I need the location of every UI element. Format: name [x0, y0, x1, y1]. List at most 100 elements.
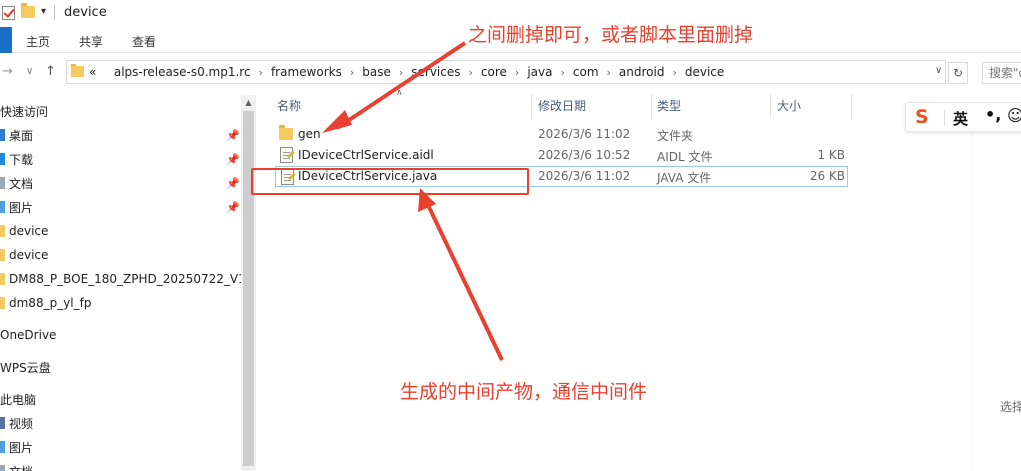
column-header-name[interactable]: 名称	[277, 97, 301, 114]
quick-access-dropdown-icon[interactable]: ▾	[41, 6, 46, 17]
tab-share[interactable]: 共享	[79, 33, 103, 50]
folder-icon	[0, 297, 5, 309]
column-divider[interactable]	[531, 94, 532, 118]
folder-icon	[279, 125, 293, 140]
scroll-up-icon[interactable]: ▲	[241, 95, 256, 110]
file-row-aidl[interactable]: IDeviceCtrlService.aidl 2026/3/6 10:52 A…	[275, 145, 848, 166]
nav-item-label: 快速访问	[0, 104, 49, 119]
nav-item-this-pc[interactable]: 此电脑	[0, 388, 36, 410]
nav-item-device-1[interactable]: device	[0, 220, 48, 242]
nav-item-dm88-yl-fp[interactable]: dm88_p_yl_fp	[0, 292, 91, 314]
column-header-type[interactable]: 类型	[657, 97, 681, 114]
chevron-right-icon[interactable]: ›	[515, 66, 519, 79]
column-header-size[interactable]: 大小	[777, 97, 801, 114]
folder-icon	[0, 273, 5, 285]
breadcrumb-item[interactable]: com	[573, 65, 599, 79]
video-icon	[0, 417, 5, 429]
tab-home[interactable]: 主页	[26, 33, 50, 50]
file-type: AIDL 文件	[657, 150, 713, 164]
sogou-logo-icon[interactable]: S	[915, 106, 929, 128]
breadcrumb-item[interactable]: java	[527, 65, 552, 79]
sort-ascending-icon: ∧	[396, 88, 403, 98]
breadcrumb: « alps-release-s0.mp1.rc › frameworks › …	[89, 65, 724, 79]
column-header-modified[interactable]: 修改日期	[538, 97, 586, 114]
breadcrumb-item[interactable]: alps-release-s0.mp1.rc	[114, 65, 251, 79]
picture-icon	[0, 201, 5, 213]
column-divider[interactable]	[851, 94, 852, 118]
ime-toolbar[interactable]: S 英 •, ☺	[905, 102, 1021, 132]
pane-divider	[972, 102, 973, 471]
new-folder-icon[interactable]	[21, 3, 35, 18]
ime-divider	[944, 110, 945, 126]
refresh-button[interactable]: ↻	[948, 62, 968, 84]
nav-item-label: 此电脑	[0, 392, 37, 407]
chevron-right-icon[interactable]: ›	[560, 66, 564, 79]
file-modified: 2026/3/6 11:02	[538, 169, 631, 183]
breadcrumb-item[interactable]: frameworks	[271, 65, 342, 79]
nav-item-device-2[interactable]: device	[0, 244, 48, 266]
breadcrumb-item[interactable]: core	[481, 65, 507, 79]
chevron-right-icon[interactable]: ›	[259, 66, 263, 79]
nav-item-pictures-pc[interactable]: 图片	[0, 436, 33, 458]
file-name: IDeviceCtrlService.aidl	[298, 148, 434, 162]
forward-icon[interactable]: →	[2, 64, 13, 79]
breadcrumb-item[interactable]: android	[619, 65, 665, 79]
ime-punctuation-toggle[interactable]: •,	[985, 105, 1001, 124]
chevron-right-icon[interactable]: ›	[469, 66, 473, 79]
chevron-right-icon[interactable]: ›	[399, 66, 403, 79]
nav-item-label: 文档	[9, 463, 33, 471]
search-input[interactable]: 搜索"d	[982, 62, 1021, 84]
pin-icon[interactable]: 📌	[226, 129, 240, 142]
nav-item-quick-access[interactable]: 快速访问	[0, 100, 48, 122]
breadcrumb-overflow[interactable]: «	[89, 65, 96, 79]
pin-icon[interactable]: 📌	[226, 153, 240, 166]
window-title: device	[64, 5, 107, 20]
file-row-gen[interactable]: gen 2026/3/6 11:02 文件夹	[275, 124, 848, 145]
pin-icon[interactable]: 📌	[226, 201, 240, 214]
column-divider[interactable]	[770, 94, 771, 118]
folder-icon	[0, 225, 5, 237]
nav-item-downloads[interactable]: 下载	[0, 148, 33, 170]
nav-scrollbar[interactable]: ▲	[241, 95, 256, 471]
ime-language-toggle[interactable]: 英	[953, 108, 968, 129]
pin-icon[interactable]: 📌	[226, 177, 240, 190]
file-modified: 2026/3/6 11:02	[538, 127, 631, 141]
chevron-right-icon[interactable]: ›	[350, 66, 354, 79]
nav-item-documents-pc[interactable]: 文档	[0, 460, 33, 471]
address-dropdown-icon[interactable]: ∨	[935, 65, 942, 76]
desktop-icon	[0, 129, 5, 141]
nav-item-videos[interactable]: 视频	[0, 412, 33, 434]
navigation-pane: 快速访问 桌面 📌 下载 📌 文档 📌 图片 📌 device device D…	[0, 95, 241, 471]
column-divider[interactable]	[651, 94, 652, 118]
properties-icon[interactable]	[2, 6, 15, 20]
file-name: gen	[298, 127, 321, 141]
breadcrumb-item[interactable]: base	[362, 65, 391, 79]
nav-item-documents[interactable]: 文档	[0, 172, 33, 194]
nav-item-label: dm88_p_yl_fp	[9, 296, 92, 310]
nav-item-dm88-boe[interactable]: DM88_P_BOE_180_ZPHD_20250722_V1.0	[0, 268, 241, 290]
nav-item-label: 图片	[9, 440, 34, 455]
tab-view[interactable]: 查看	[132, 33, 156, 50]
nav-item-label: 图片	[9, 200, 34, 215]
nav-item-pictures[interactable]: 图片	[0, 196, 33, 218]
file-list: ∧ 名称 修改日期 类型 大小 gen 2026/3/6 11:02 文件夹 I…	[256, 88, 876, 471]
nav-item-wps-cloud[interactable]: WPS云盘	[0, 356, 51, 378]
chevron-right-icon[interactable]: ›	[672, 66, 676, 79]
file-tab[interactable]	[0, 27, 12, 53]
navigation-bar: → ∨ ↑ « alps-release-s0.mp1.rc › framewo…	[0, 58, 1021, 88]
document-icon	[0, 465, 5, 471]
emoji-icon[interactable]: ☺	[1007, 106, 1021, 125]
recent-dropdown-icon[interactable]: ∨	[26, 66, 33, 77]
annotation-top: 之间删掉即可，或者脚本里面删掉	[468, 24, 754, 46]
up-icon[interactable]: ↑	[45, 64, 56, 79]
nav-item-onedrive[interactable]: OneDrive	[0, 324, 56, 346]
breadcrumb-item[interactable]: services	[411, 65, 460, 79]
nav-item-label: OneDrive	[0, 328, 57, 342]
nav-item-label: WPS云盘	[0, 360, 51, 375]
nav-item-label: 下载	[9, 152, 34, 167]
breadcrumb-item[interactable]: device	[685, 65, 724, 79]
chevron-right-icon[interactable]: ›	[607, 66, 611, 79]
nav-item-desktop[interactable]: 桌面	[0, 124, 33, 146]
address-bar[interactable]: « alps-release-s0.mp1.rc › frameworks › …	[66, 60, 946, 84]
scrollbar-thumb[interactable]	[243, 111, 254, 466]
